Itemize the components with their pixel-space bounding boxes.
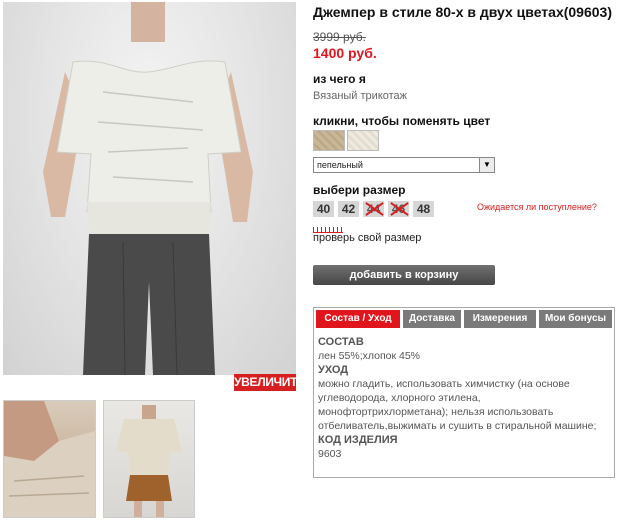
care-text: можно гладить, использовать химчистку (н… <box>318 378 597 432</box>
size-option-44-unavailable: 44 <box>363 201 384 217</box>
composition-text: лен 55%;хлопок 45% <box>318 350 421 362</box>
availability-link[interactable]: Ожидается ли поступление? <box>477 202 597 212</box>
zoom-button[interactable]: УВЕЛИЧИТЬ <box>234 374 306 391</box>
tab-content: СОСТАВ лен 55%;хлопок 45% УХОД можно гла… <box>318 335 610 461</box>
material-value: Вязаный трикотаж <box>313 90 408 102</box>
product-code-heading: КОД ИЗДЕЛИЯ <box>318 434 398 446</box>
tab-measurements[interactable]: Измерения <box>464 310 536 328</box>
tab-composition-care[interactable]: Состав / Уход <box>316 310 400 328</box>
new-price: 1400 руб. <box>313 45 377 61</box>
color-swatch-beige[interactable] <box>313 130 345 151</box>
size-option-40[interactable]: 40 <box>313 201 334 217</box>
color-label: кликни, чтобы поменять цвет <box>313 114 491 128</box>
product-code: 9603 <box>318 448 342 460</box>
main-product-photo[interactable] <box>3 2 296 375</box>
product-details-tabs: Состав / Уход Доставка Измерения Мои бон… <box>313 307 615 478</box>
color-select[interactable]: пепельный ▼ <box>313 157 495 173</box>
old-price: 3999 руб. <box>313 30 366 44</box>
care-heading: УХОД <box>318 364 349 376</box>
composition-heading: СОСТАВ <box>318 336 364 348</box>
product-title: Джемпер в стиле 80-х в двух цветах(09603… <box>313 4 612 20</box>
tab-my-bonuses[interactable]: Мои бонусы <box>539 310 612 328</box>
thumbnail-fullbody-image <box>116 405 182 517</box>
thumbnail-1[interactable] <box>3 400 96 518</box>
chevron-down-icon[interactable]: ▼ <box>479 158 494 172</box>
size-check-link[interactable]: проверь свой размер <box>313 232 421 244</box>
size-option-46-unavailable: 46 <box>388 201 409 217</box>
size-option-48[interactable]: 48 <box>413 201 434 217</box>
model-photo-illustration <box>43 2 253 375</box>
size-label: выбери размер <box>313 183 406 197</box>
thumbnail-closeup-image <box>4 401 95 517</box>
material-label: из чего я <box>313 72 366 86</box>
thumbnail-2[interactable] <box>103 400 195 518</box>
size-option-42[interactable]: 42 <box>338 201 359 217</box>
color-select-value: пепельный <box>317 160 363 170</box>
color-swatch-ash[interactable] <box>347 130 379 151</box>
add-to-cart-button[interactable]: добавить в корзину <box>313 265 495 285</box>
tab-delivery[interactable]: Доставка <box>403 310 461 328</box>
